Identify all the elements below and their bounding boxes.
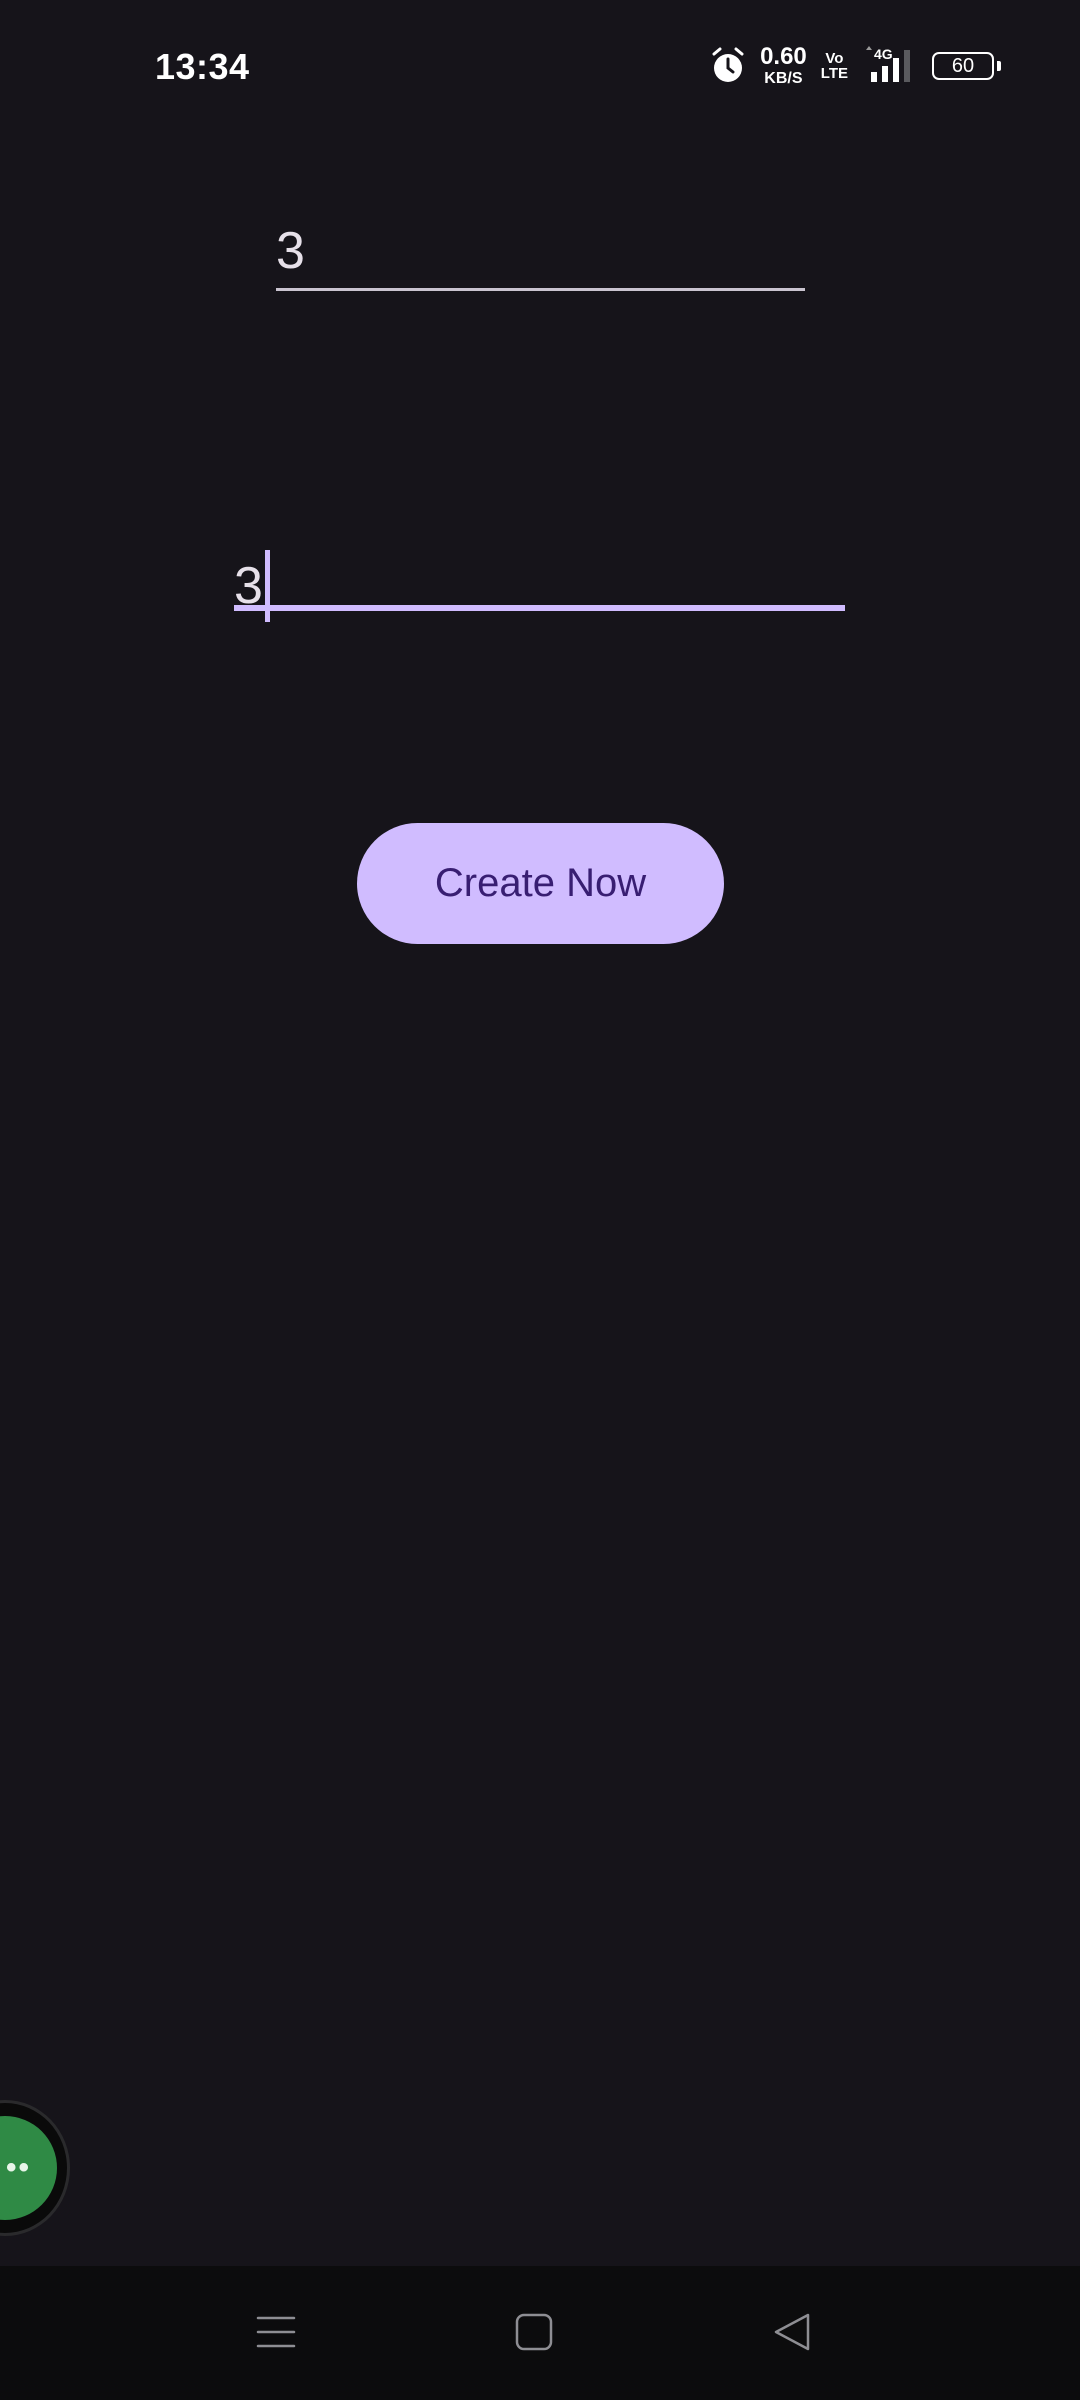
recent-apps-button[interactable] [246, 2302, 306, 2362]
status-bar: 13:34 0.60 KB/S Vo LTE 4G 60 [0, 0, 1080, 136]
chat-bubble-icon: •• [0, 2116, 57, 2220]
floating-chat-bubble[interactable]: •• [0, 2100, 70, 2236]
network-speed: 0.60 KB/S [760, 45, 807, 87]
battery-level: 60 [951, 54, 975, 77]
signal-icon: 4G [866, 46, 910, 82]
status-icons: 0.60 KB/S Vo LTE 4G 60 [710, 44, 1001, 88]
back-button[interactable] [762, 2302, 822, 2362]
network-speed-unit: KB/S [764, 70, 803, 87]
create-now-button[interactable]: Create Now [357, 823, 724, 944]
status-time: 13:34 [155, 46, 250, 87]
first-number-field[interactable]: 3 [276, 205, 805, 291]
first-field-underline [276, 288, 805, 291]
battery-icon: 60 [932, 52, 1001, 80]
volte-indicator: Vo LTE [821, 51, 848, 81]
battery-tip [997, 61, 1001, 71]
second-number-field[interactable]: 3 [234, 520, 845, 622]
volte-bottom: LTE [820, 65, 848, 82]
text-cursor [264, 550, 270, 622]
alarm-icon [712, 47, 744, 82]
app-screen: 13:34 0.60 KB/S Vo LTE 4G 60 3 3 Create … [0, 0, 1080, 2400]
first-number-value: 3 [276, 222, 305, 280]
home-icon [515, 2313, 553, 2351]
navigation-bar [0, 2266, 1080, 2400]
network-speed-value: 0.60 [760, 43, 807, 70]
network-type-label: 4G [874, 46, 893, 62]
menu-icon [256, 2316, 296, 2348]
back-icon [774, 2313, 810, 2351]
second-field-underline [234, 605, 845, 611]
second-number-value-wrap: 3 [234, 550, 270, 622]
home-button[interactable] [504, 2302, 564, 2362]
volte-top: Vo [825, 50, 844, 67]
